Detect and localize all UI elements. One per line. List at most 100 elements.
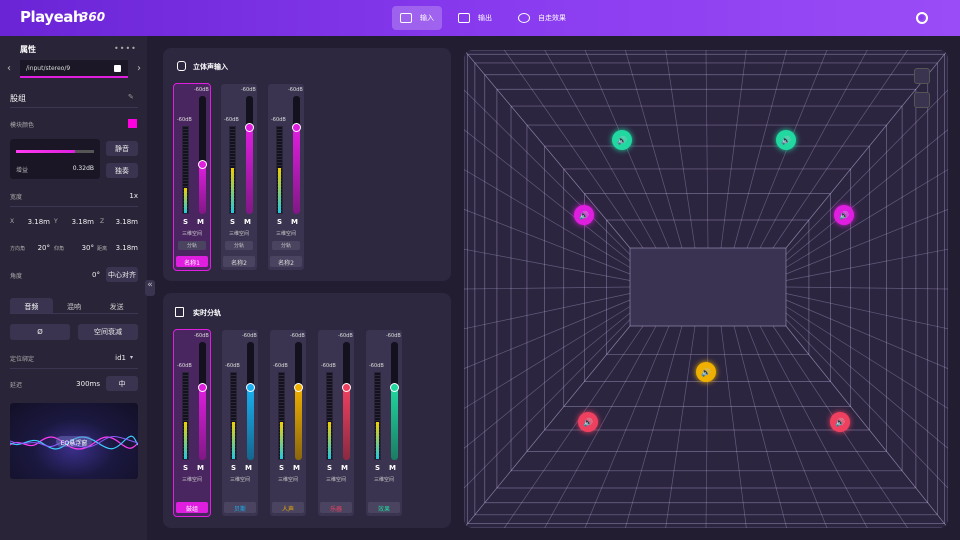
collapse-sidebar-button[interactable]: «: [145, 280, 155, 296]
speaker-marker[interactable]: 🔊: [574, 205, 594, 225]
tab-reverb[interactable]: 混响: [53, 298, 96, 313]
settings-gear-icon[interactable]: [916, 12, 928, 24]
channel-name-button[interactable]: 乐器: [320, 502, 352, 513]
solo-toggle[interactable]: S: [327, 464, 332, 472]
solo-toggle[interactable]: S: [231, 464, 236, 472]
delay-mode-button[interactable]: 中: [106, 376, 138, 391]
chevron-down-icon[interactable]: ▾: [130, 354, 133, 361]
solo-toggle[interactable]: S: [277, 218, 282, 226]
x-value[interactable]: 3.18m: [20, 218, 50, 226]
tab-audio[interactable]: 音频: [10, 298, 53, 313]
y-value[interactable]: 3.18m: [64, 218, 94, 226]
speaker-marker[interactable]: 🔊: [612, 130, 632, 150]
volume-fader[interactable]: [246, 342, 255, 460]
nav-output[interactable]: 输出: [450, 6, 500, 30]
solo-toggle[interactable]: S: [375, 464, 380, 472]
fader-knob[interactable]: [390, 382, 399, 392]
speaker-marker[interactable]: 🔊: [578, 412, 598, 432]
more-dots-icon[interactable]: ••••: [114, 44, 137, 53]
phase-button[interactable]: Ø: [10, 324, 70, 340]
channel-name-button[interactable]: 名称2: [270, 256, 302, 267]
volume-fader[interactable]: [342, 342, 351, 460]
angle-value[interactable]: 0°: [80, 271, 100, 279]
tab-send[interactable]: 发送: [95, 298, 138, 313]
color-swatch[interactable]: [128, 119, 137, 128]
group-name[interactable]: 股组: [10, 93, 26, 104]
split-track-button[interactable]: 分轨: [272, 241, 300, 250]
spatial-mode-label[interactable]: 三维空间: [222, 476, 258, 483]
volume-fader[interactable]: [294, 342, 303, 460]
speaker-marker[interactable]: 🔊: [696, 362, 716, 382]
fader-knob[interactable]: [246, 382, 255, 392]
azimuth-value[interactable]: 20°: [30, 244, 50, 252]
channel-strip[interactable]: -60dB -60dB S M 三维空间 人声: [270, 330, 306, 516]
channel-name-button[interactable]: 鼓组: [176, 502, 208, 513]
z-value[interactable]: 3.18m: [108, 218, 138, 226]
mute-toggle[interactable]: M: [341, 464, 348, 472]
speaker-marker[interactable]: 🔊: [776, 130, 796, 150]
channel-strip[interactable]: -60dB -60dB S M 三维空间 鼓组: [173, 329, 211, 517]
mute-toggle[interactable]: M: [245, 464, 252, 472]
elevation-value[interactable]: 30°: [72, 244, 94, 252]
width-value[interactable]: 1x: [100, 192, 138, 200]
channel-strip[interactable]: -60dB -60dB S M 三维空间 效果: [366, 330, 402, 516]
fader-knob[interactable]: [245, 122, 254, 132]
position-bind-select[interactable]: id1: [100, 354, 126, 362]
center-align-button[interactable]: 中心对齐: [106, 267, 138, 282]
volume-fader[interactable]: [198, 342, 207, 460]
fader-knob[interactable]: [294, 382, 303, 392]
spatial-mode-label[interactable]: 三维空间: [174, 476, 210, 483]
mute-toggle[interactable]: M: [244, 218, 251, 226]
solo-button[interactable]: 独奏: [106, 163, 138, 178]
channel-name-button[interactable]: 贝斯: [224, 502, 256, 513]
spatial-mode-label[interactable]: 三维空间: [221, 230, 257, 237]
speaker-marker[interactable]: 🔊: [830, 412, 850, 432]
spatial-mode-label[interactable]: 三维空间: [318, 476, 354, 483]
fader-knob[interactable]: [292, 122, 301, 132]
channel-strip[interactable]: -60dB -60dB S M 三维空间 分轨 名称1: [173, 83, 211, 271]
channel-name-button[interactable]: 名称2: [223, 256, 255, 267]
spatial-decay-button[interactable]: 空间衰减: [78, 324, 138, 340]
split-track-button[interactable]: 分轨: [225, 241, 253, 250]
copy-view-icon[interactable]: [914, 92, 930, 108]
volume-fader[interactable]: [292, 96, 301, 214]
solo-toggle[interactable]: S: [183, 464, 188, 472]
nav-auto-effect[interactable]: 自走效果: [510, 6, 574, 30]
fader-knob[interactable]: [198, 382, 207, 392]
distance-value[interactable]: 3.18m: [112, 244, 138, 252]
chevron-right-icon[interactable]: ›: [137, 63, 141, 74]
chevron-left-icon[interactable]: ‹: [7, 63, 11, 74]
channel-name-button[interactable]: 名称1: [176, 256, 208, 267]
lock-icon[interactable]: [114, 65, 121, 72]
volume-fader[interactable]: [198, 96, 207, 214]
channel-strip[interactable]: -60dB -60dB S M 三维空间 分轨 名称2: [268, 84, 304, 270]
mute-toggle[interactable]: M: [197, 464, 204, 472]
nav-input[interactable]: 输入: [392, 6, 442, 30]
mute-toggle[interactable]: M: [389, 464, 396, 472]
channel-name-button[interactable]: 效果: [368, 502, 400, 513]
fader-knob[interactable]: [342, 382, 351, 392]
solo-toggle[interactable]: S: [183, 218, 188, 226]
spatial-mode-label[interactable]: 三维空间: [174, 230, 210, 237]
solo-toggle[interactable]: S: [230, 218, 235, 226]
split-track-button[interactable]: 分轨: [178, 241, 206, 250]
channel-strip[interactable]: -60dB -60dB S M 三维空间 贝斯: [222, 330, 258, 516]
channel-strip[interactable]: -60dB -60dB S M 三维空间 乐器: [318, 330, 354, 516]
channel-strip[interactable]: -60dB -60dB S M 三维空间 分轨 名称2: [221, 84, 257, 270]
volume-fader[interactable]: [390, 342, 399, 460]
edit-pencil-icon[interactable]: ✎: [128, 93, 134, 101]
3d-view-icon[interactable]: [914, 68, 930, 84]
volume-fader[interactable]: [245, 96, 254, 214]
spatial-mode-label[interactable]: 三维空间: [268, 230, 304, 237]
solo-toggle[interactable]: S: [279, 464, 284, 472]
channel-name-button[interactable]: 人声: [272, 502, 304, 513]
delay-value[interactable]: 300ms: [66, 380, 100, 388]
eq-float-window[interactable]: EQ悬浮窗: [10, 403, 138, 479]
mute-toggle[interactable]: M: [291, 218, 298, 226]
spatial-3d-view[interactable]: 🔊 🔊 🔊 🔊 🔊 🔊 🔊: [464, 50, 948, 528]
gain-slider[interactable]: [16, 150, 94, 153]
spatial-mode-label[interactable]: 三维空间: [366, 476, 402, 483]
mute-toggle[interactable]: M: [293, 464, 300, 472]
mute-toggle[interactable]: M: [197, 218, 204, 226]
path-field[interactable]: /input/stereo/9: [20, 60, 128, 78]
